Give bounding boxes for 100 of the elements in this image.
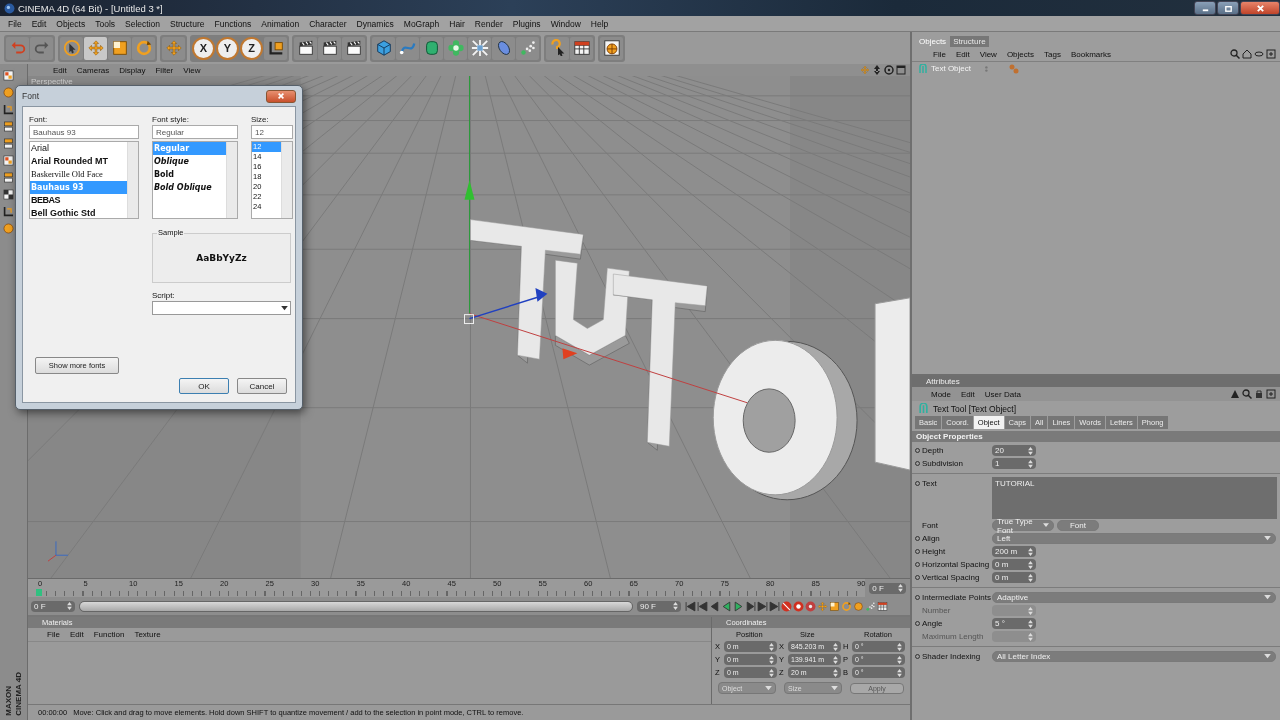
render-picture-button[interactable] xyxy=(318,36,341,60)
end-frame-field[interactable]: 90 F xyxy=(637,600,681,612)
axis-mode-button[interactable] xyxy=(1,102,15,116)
font-button[interactable]: Font xyxy=(1057,520,1099,531)
first-frame-icon[interactable] xyxy=(685,600,696,612)
script-dropdown[interactable] xyxy=(152,301,291,315)
menu-item[interactable]: Render xyxy=(469,18,508,29)
cube-button[interactable] xyxy=(372,36,395,60)
materials-menu-item[interactable]: Texture xyxy=(129,630,166,639)
viewport-menu-item[interactable]: Cameras xyxy=(71,65,115,75)
scrollbar[interactable] xyxy=(281,142,292,218)
menu-item[interactable]: Dynamics xyxy=(351,18,399,29)
lock-icon[interactable] xyxy=(1254,389,1264,399)
list-item[interactable]: BEBAS xyxy=(30,194,127,207)
attributes-menu-item[interactable]: User Data xyxy=(979,389,1026,399)
list-item[interactable]: Oblique xyxy=(153,155,226,168)
list-item[interactable]: Bold Oblique xyxy=(153,181,226,194)
render-settings-button[interactable] xyxy=(342,36,365,60)
objects-menu-item[interactable]: Objects xyxy=(1001,49,1039,59)
layout-button[interactable] xyxy=(570,36,593,60)
objects-menu-item[interactable]: File xyxy=(928,49,951,59)
next-frame-icon[interactable] xyxy=(745,600,756,612)
help-button[interactable] xyxy=(546,36,569,60)
record-icon[interactable] xyxy=(781,600,792,612)
snap-button[interactable] xyxy=(1,187,15,201)
play-icon[interactable] xyxy=(733,600,744,612)
particles-button[interactable] xyxy=(516,36,539,60)
zoom-view-icon[interactable] xyxy=(872,65,882,75)
list-item[interactable]: Baskerville Old Face xyxy=(30,168,127,181)
dropdown-field[interactable]: Left xyxy=(992,533,1276,544)
dialog-close-button[interactable] xyxy=(266,89,296,103)
menu-item[interactable]: Animation xyxy=(256,18,305,29)
up-arrow-icon[interactable] xyxy=(1230,389,1240,399)
array-button[interactable] xyxy=(444,36,467,60)
font-type-dropdown[interactable]: True Type Font xyxy=(992,520,1054,531)
menu-item[interactable]: Selection xyxy=(120,18,165,29)
new-panel-icon[interactable] xyxy=(1266,49,1276,59)
model-mode-button[interactable] xyxy=(1,68,15,82)
play-backward-icon[interactable] xyxy=(721,600,732,612)
number-field[interactable]: 5 ° xyxy=(992,618,1036,629)
materials-menu-item[interactable]: File xyxy=(42,630,65,639)
dropdown-field[interactable]: All Letter Index xyxy=(992,651,1276,662)
rotate-view-icon[interactable] xyxy=(884,65,894,75)
number-field[interactable]: 0 m xyxy=(992,572,1036,583)
manager-tab[interactable]: Structure xyxy=(950,36,989,47)
font-style-field[interactable]: Regular xyxy=(152,125,238,139)
number-field[interactable]: 200 m xyxy=(992,546,1036,557)
menu-item[interactable]: Plugins xyxy=(507,18,546,29)
range-slider[interactable] xyxy=(79,600,633,612)
menu-item[interactable]: Character xyxy=(304,18,352,29)
current-frame-field[interactable]: 0 F xyxy=(869,582,906,594)
next-key-icon[interactable] xyxy=(757,600,768,612)
points-mode-button[interactable] xyxy=(1,136,15,150)
menu-item[interactable]: File xyxy=(3,18,27,29)
search-icon[interactable] xyxy=(1230,49,1240,59)
attributes-menu-item[interactable]: Edit xyxy=(956,389,980,399)
previous-key-icon[interactable] xyxy=(697,600,708,612)
menu-item[interactable]: Functions xyxy=(209,18,257,29)
scrollbar[interactable] xyxy=(127,142,138,218)
ellipse-icon[interactable] xyxy=(1254,49,1264,59)
parameter-key-icon[interactable] xyxy=(853,600,864,612)
previous-frame-icon[interactable] xyxy=(709,600,720,612)
axis-lock-button[interactable]: Y xyxy=(216,36,239,60)
last-frame-icon[interactable] xyxy=(769,600,780,612)
scale-button[interactable] xyxy=(108,36,131,60)
render-view-button[interactable] xyxy=(294,36,317,60)
point-level-icon[interactable] xyxy=(865,600,876,612)
list-item[interactable]: Bold xyxy=(153,168,226,181)
list-item[interactable]: Arial xyxy=(30,142,127,155)
polygons-mode-button[interactable] xyxy=(1,170,15,184)
materials-menu-item[interactable]: Edit xyxy=(64,630,89,639)
deformer-button[interactable] xyxy=(468,36,491,60)
workplane-button[interactable] xyxy=(1,204,15,218)
cancel-button[interactable]: Cancel xyxy=(237,378,287,394)
menu-item[interactable]: Window xyxy=(545,18,586,29)
viewport-menu-item[interactable]: Filter xyxy=(150,65,179,75)
attributes-menu-item[interactable]: Mode xyxy=(926,389,956,399)
font-size-field[interactable]: 12 xyxy=(251,125,293,139)
scrollbar[interactable] xyxy=(226,142,237,218)
select-button[interactable] xyxy=(60,36,83,60)
minimize-button[interactable] xyxy=(1194,1,1216,15)
ok-button[interactable]: OK xyxy=(179,378,229,394)
menu-item[interactable]: MoGraph xyxy=(398,18,445,29)
environment-button[interactable] xyxy=(492,36,515,60)
objects-menu-item[interactable]: Edit xyxy=(950,49,975,59)
number-field[interactable]: 20 xyxy=(992,445,1036,456)
viewport-menu-item[interactable]: Display xyxy=(114,65,151,75)
list-item[interactable]: Arial Rounded MT xyxy=(30,155,127,168)
autokey-icon[interactable] xyxy=(793,600,804,612)
close-button[interactable] xyxy=(1240,1,1280,15)
viewport-menu-item[interactable]: Edit xyxy=(48,65,72,75)
maximize-view-icon[interactable] xyxy=(896,65,906,75)
maximize-button[interactable] xyxy=(1217,1,1239,15)
text-area[interactable]: TUTORIAL xyxy=(992,477,1277,519)
scale-key-icon[interactable] xyxy=(829,600,840,612)
timeline-icon[interactable] xyxy=(877,600,888,612)
redo-button[interactable] xyxy=(30,36,53,60)
texture-mode-button[interactable] xyxy=(1,119,15,133)
menu-item[interactable]: Edit xyxy=(26,18,52,29)
start-frame-field[interactable]: 0 F xyxy=(31,600,75,612)
